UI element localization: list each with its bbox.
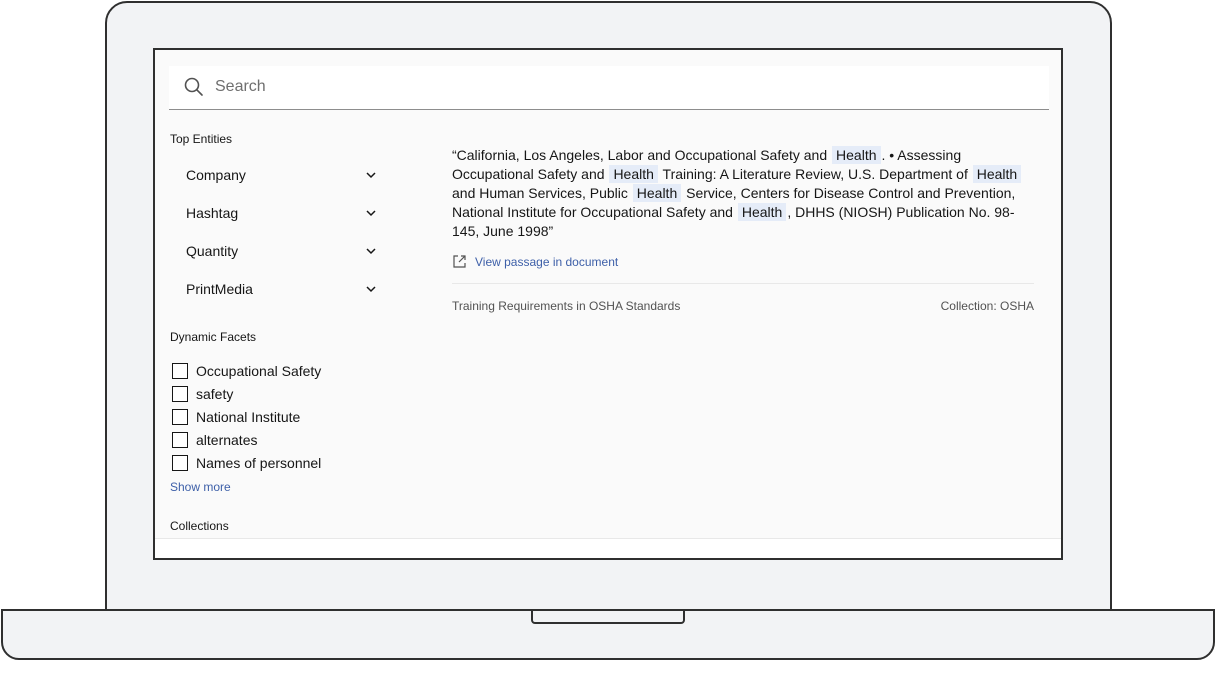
result-meta: Training Requirements in OSHA Standards … [452,299,1034,313]
passage-text: and Human Services, Public [452,185,628,201]
entity-dropdown-hashtag[interactable]: Hashtag [170,194,398,232]
entity-label: Quantity [186,243,239,259]
result-divider [452,283,1034,284]
facet-alternates[interactable]: alternates [170,428,321,451]
result-passage: “California, Los Angeles, Labor and Occu… [452,146,1034,241]
entity-label: PrintMedia [186,281,253,297]
search-input[interactable] [215,74,915,100]
collection-label: Collection: OSHA [940,299,1034,313]
laptop-notch [531,609,685,624]
highlight-term: Health [972,165,1022,183]
laptop-base [1,609,1215,660]
top-entities-list: Company Hashtag Quantity PrintMedia [170,156,398,308]
facet-checkbox[interactable] [172,431,188,448]
dynamic-facets-title: Dynamic Facets [170,330,257,344]
show-more-link[interactable]: Show more [170,480,231,494]
highlight-term: Health [737,203,787,221]
entity-label: Hashtag [186,205,239,221]
chevron-down-icon [366,286,376,293]
launch-icon [453,255,466,268]
facet-checkbox[interactable] [172,362,188,379]
view-passage-link[interactable]: View passage in document [452,254,1034,269]
search-icon [184,77,203,96]
facet-label: National Institute [196,408,301,425]
highlight-term: Health [632,184,682,202]
entity-label: Company [186,167,246,183]
highlight-term: Health [832,146,881,164]
top-entities-title: Top Entities [170,132,233,146]
dynamic-facets-list: Occupational Safety safety National Inst… [170,359,321,474]
collections-title: Collections [170,519,229,533]
facet-checkbox[interactable] [172,385,188,402]
search-bar[interactable] [169,66,1049,110]
entity-dropdown-printmedia[interactable]: PrintMedia [170,270,398,308]
entity-dropdown-company[interactable]: Company [170,156,398,194]
facet-checkbox[interactable] [172,454,188,471]
facet-safety[interactable]: safety [170,382,321,405]
facet-label: alternates [196,431,258,448]
search-app: Top Entities Company Hashtag Quantity Pr… [155,50,1061,538]
passage-text: “California, Los Angeles, Labor and Occu… [452,147,828,163]
document-title: Training Requirements in OSHA Standards [452,299,681,313]
facet-label: safety [196,385,234,402]
facet-names-of-personnel[interactable]: Names of personnel [170,451,321,474]
view-passage-label: View passage in document [475,254,619,269]
facet-label: Names of personnel [196,454,322,471]
chevron-down-icon [366,248,376,255]
highlight-term: Health [609,165,658,183]
search-result: “California, Los Angeles, Labor and Occu… [452,146,1034,313]
laptop-screen: Top Entities Company Hashtag Quantity Pr… [153,48,1063,560]
facet-occupational-safety[interactable]: Occupational Safety [170,359,321,382]
screen-bottom-strip [155,538,1061,558]
chevron-down-icon [366,172,376,179]
facet-national-institute[interactable]: National Institute [170,405,321,428]
facet-label: Occupational Safety [196,362,322,379]
entity-dropdown-quantity[interactable]: Quantity [170,232,398,270]
passage-text: Training: A Literature Review, U.S. Depa… [662,166,968,182]
facet-checkbox[interactable] [172,408,188,425]
chevron-down-icon [366,210,376,217]
